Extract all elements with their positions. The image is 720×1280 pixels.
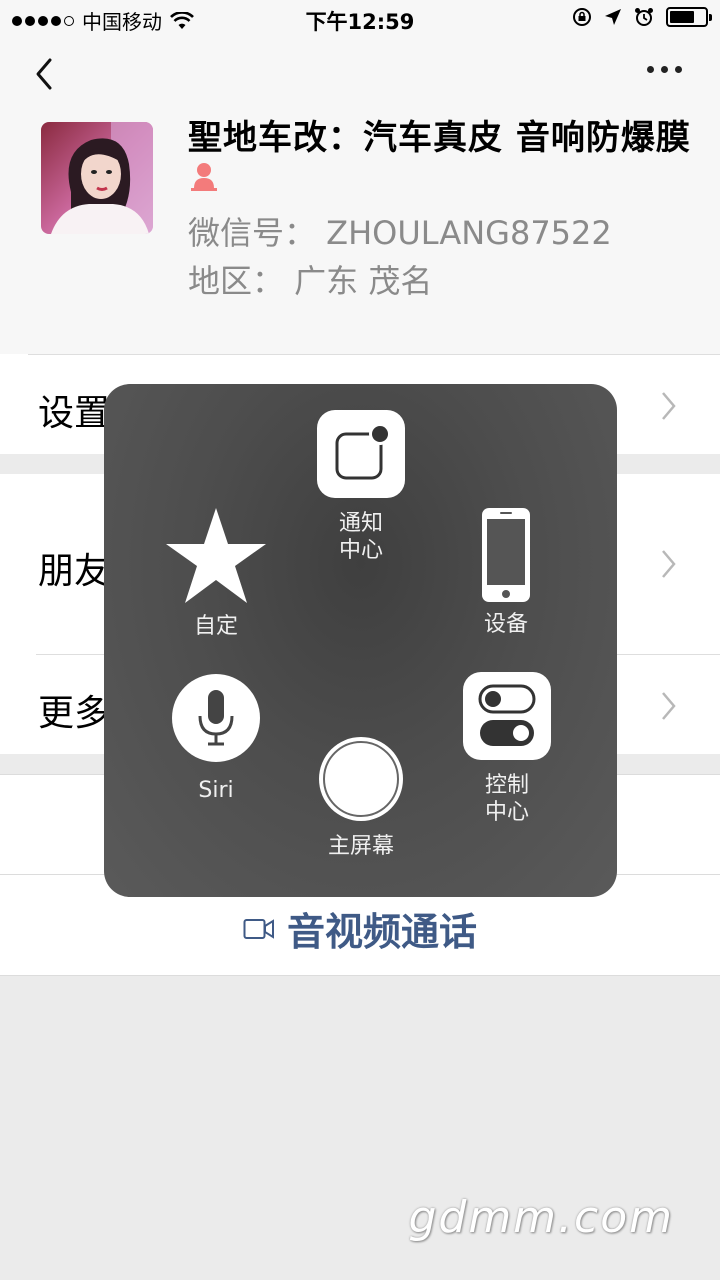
settings-label: 设置 [38, 393, 111, 434]
home-button[interactable]: 主屏幕 [316, 734, 406, 860]
location-arrow-icon [605, 9, 621, 25]
battery-fill [670, 11, 694, 23]
microphone-icon [172, 674, 260, 762]
home-circle-icon [319, 737, 403, 821]
rotation-lock-icon [573, 8, 591, 26]
chevron-right-icon [662, 550, 676, 578]
watermark: gdmm.com [408, 1192, 674, 1243]
customize-button[interactable]: 自定 [164, 506, 268, 640]
more-dots-icon[interactable] [647, 66, 682, 73]
contact-name: 聖地车改：汽车真皮 音响防爆膜 [188, 118, 691, 158]
notification-center-icon [317, 410, 405, 498]
customize-label: 自定 [193, 614, 238, 639]
device-button[interactable]: 设备 [464, 506, 548, 638]
siri-button[interactable]: Siri [170, 672, 262, 804]
device-label: 设备 [483, 612, 528, 637]
notification-center-label: 通知 中心 [338, 511, 383, 563]
video-call-label: 音视频通话 [286, 910, 477, 954]
notification-center-button[interactable]: 通知 中心 [317, 410, 405, 564]
alarm-icon [635, 8, 653, 26]
control-center-label: 控制 中心 [484, 773, 529, 825]
region: 地区： 广东 茂名 [188, 262, 433, 300]
wechat-id: 微信号： ZHOULANG87522 [188, 214, 612, 252]
star-icon [166, 508, 266, 603]
control-center-icon [463, 672, 551, 760]
status-right [572, 7, 712, 27]
divider [28, 354, 720, 355]
status-bar: 中国移动 下午12:59 [0, 0, 720, 40]
video-camera-icon [243, 918, 274, 939]
avatar[interactable] [41, 122, 153, 234]
moments-label: 朋友 [38, 551, 111, 592]
assistive-touch-menu: 通知 中心 自定 设备 Siri 主屏幕 控制 中心 [104, 384, 617, 897]
home-label: 主屏幕 [327, 834, 394, 859]
chevron-right-icon [662, 692, 676, 720]
profile-card: 聖地车改：汽车真皮 音响防爆膜 微信号： ZHOULANG87522 地区： 广… [0, 110, 720, 354]
battery-icon [666, 7, 712, 27]
iphone-device-icon [482, 508, 530, 602]
nav-bar [0, 40, 720, 110]
chevron-left-icon[interactable] [30, 56, 62, 92]
female-icon [191, 163, 217, 191]
chevron-right-icon [662, 392, 676, 420]
control-center-button[interactable]: 控制 中心 [462, 672, 552, 826]
siri-label: Siri [198, 778, 234, 803]
more-label: 更多 [38, 693, 111, 734]
